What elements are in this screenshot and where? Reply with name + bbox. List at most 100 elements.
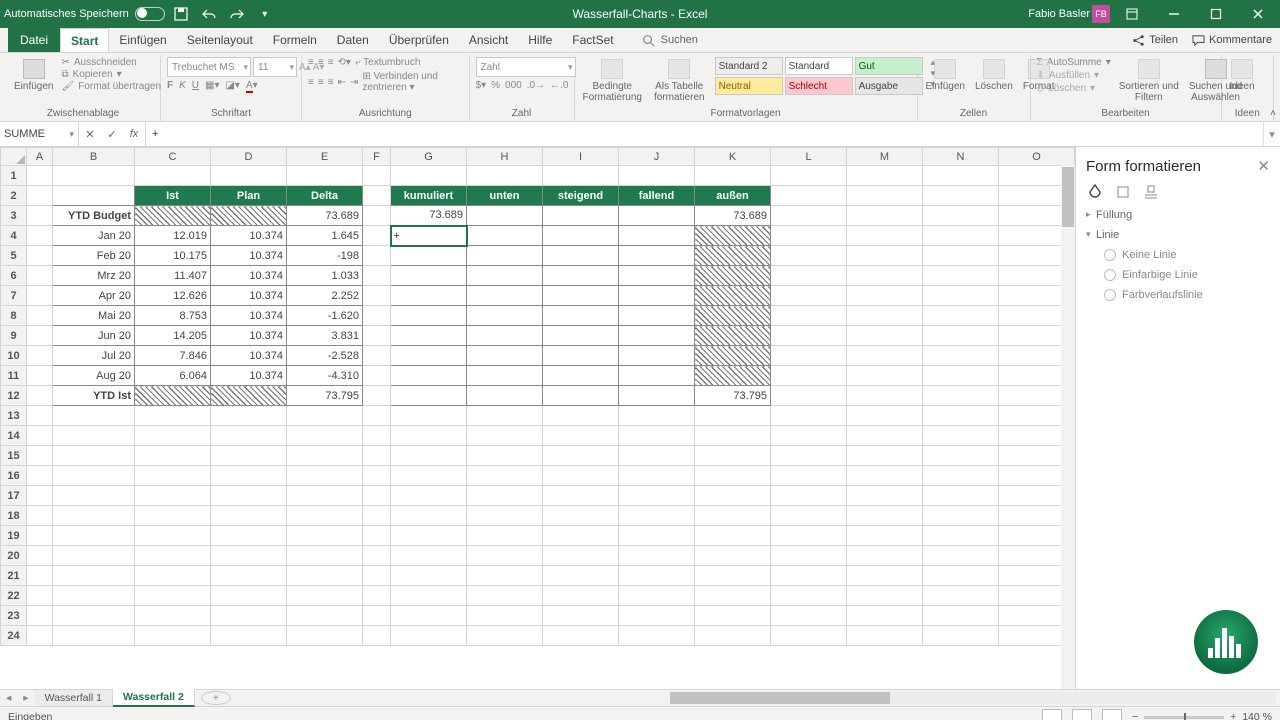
col-header-J[interactable]: J: [619, 148, 695, 166]
cell-M4[interactable]: [847, 226, 923, 246]
cell-I8[interactable]: [543, 306, 619, 326]
cell-B19[interactable]: [53, 526, 135, 546]
delete-cells-button[interactable]: Löschen: [973, 57, 1015, 92]
col-header-F[interactable]: F: [363, 148, 391, 166]
cell-A17[interactable]: [27, 486, 53, 506]
cell-A7[interactable]: [27, 286, 53, 306]
cell-K4[interactable]: [695, 226, 771, 246]
cell-N19[interactable]: [923, 526, 999, 546]
cell-B5[interactable]: Feb 20: [53, 246, 135, 266]
cell-A19[interactable]: [27, 526, 53, 546]
cell-E8[interactable]: -1.620: [287, 306, 363, 326]
cell-M16[interactable]: [847, 466, 923, 486]
cell-B7[interactable]: Apr 20: [53, 286, 135, 306]
cell-F14[interactable]: [363, 426, 391, 446]
cell-M9[interactable]: [847, 326, 923, 346]
cell-M7[interactable]: [847, 286, 923, 306]
cell-L24[interactable]: [771, 626, 847, 646]
cell-E2[interactable]: Delta: [287, 186, 363, 206]
cell-C17[interactable]: [135, 486, 211, 506]
cell-L14[interactable]: [771, 426, 847, 446]
cell-F2[interactable]: [363, 186, 391, 206]
cell-K12[interactable]: 73.795: [695, 386, 771, 406]
cut-button[interactable]: ✂ Ausschneiden: [61, 57, 161, 68]
row-header-16[interactable]: 16: [1, 466, 27, 486]
cell-N10[interactable]: [923, 346, 999, 366]
underline-button[interactable]: U: [192, 80, 199, 91]
cell-A1[interactable]: [27, 166, 53, 186]
cell-H10[interactable]: [467, 346, 543, 366]
size-tab-icon[interactable]: [1142, 183, 1160, 201]
autosave-toggle[interactable]: Automatisches Speichern: [4, 7, 165, 21]
vertical-scrollbar[interactable]: [1061, 165, 1075, 689]
cell-J11[interactable]: [619, 366, 695, 386]
redo-icon[interactable]: [225, 2, 249, 26]
expand-formula-icon[interactable]: ▾: [1263, 122, 1280, 146]
cancel-formula-icon[interactable]: ✕: [79, 128, 101, 141]
cell-H8[interactable]: [467, 306, 543, 326]
cell-N15[interactable]: [923, 446, 999, 466]
cell-B3[interactable]: YTD Budget: [53, 206, 135, 226]
cell-D15[interactable]: [211, 446, 287, 466]
line-section[interactable]: Linie: [1086, 229, 1270, 241]
cell-D14[interactable]: [211, 426, 287, 446]
row-header-18[interactable]: 18: [1, 506, 27, 526]
format-as-table-button[interactable]: Als Tabelle formatieren: [652, 57, 707, 103]
cell-J23[interactable]: [619, 606, 695, 626]
sheet-nav-next-icon[interactable]: ▸: [17, 692, 34, 704]
row-header-6[interactable]: 6: [1, 266, 27, 286]
cell-I2[interactable]: steigend: [543, 186, 619, 206]
cell-D6[interactable]: 10.374: [211, 266, 287, 286]
cell-B13[interactable]: [53, 406, 135, 426]
cell-D23[interactable]: [211, 606, 287, 626]
row-header-22[interactable]: 22: [1, 586, 27, 606]
cell-I4[interactable]: [543, 226, 619, 246]
cell-I24[interactable]: [543, 626, 619, 646]
cell-I19[interactable]: [543, 526, 619, 546]
cell-M2[interactable]: [847, 186, 923, 206]
cell-K16[interactable]: [695, 466, 771, 486]
cell-H23[interactable]: [467, 606, 543, 626]
col-header-K[interactable]: K: [695, 148, 771, 166]
fx-icon[interactable]: fx: [123, 128, 145, 140]
cell-L18[interactable]: [771, 506, 847, 526]
cell-N24[interactable]: [923, 626, 999, 646]
cell-F15[interactable]: [363, 446, 391, 466]
cell-D10[interactable]: 10.374: [211, 346, 287, 366]
cell-J24[interactable]: [619, 626, 695, 646]
font-color-button[interactable]: A▾: [246, 80, 258, 91]
row-header-24[interactable]: 24: [1, 626, 27, 646]
cell-F9[interactable]: [363, 326, 391, 346]
cell-G22[interactable]: [391, 586, 467, 606]
cell-E24[interactable]: [287, 626, 363, 646]
tab-hilfe[interactable]: Hilfe: [518, 28, 562, 52]
cell-J12[interactable]: [619, 386, 695, 406]
tab-ansicht[interactable]: Ansicht: [459, 28, 518, 52]
orientation-icon[interactable]: ⟲▾: [338, 57, 351, 68]
tab-start[interactable]: Start: [60, 28, 109, 52]
cell-J21[interactable]: [619, 566, 695, 586]
cell-J19[interactable]: [619, 526, 695, 546]
cell-F24[interactable]: [363, 626, 391, 646]
cell-E16[interactable]: [287, 466, 363, 486]
zoom-slider[interactable]: − + 140 %: [1132, 711, 1272, 720]
cell-D19[interactable]: [211, 526, 287, 546]
col-header-G[interactable]: G: [391, 148, 467, 166]
cell-K6[interactable]: [695, 266, 771, 286]
cell-K2[interactable]: außen: [695, 186, 771, 206]
cell-J3[interactable]: [619, 206, 695, 226]
cell-J7[interactable]: [619, 286, 695, 306]
border-button[interactable]: ▦▾: [205, 80, 219, 91]
cell-N13[interactable]: [923, 406, 999, 426]
row-header-14[interactable]: 14: [1, 426, 27, 446]
cell-G24[interactable]: [391, 626, 467, 646]
share-button[interactable]: Teilen: [1132, 34, 1178, 47]
cell-F17[interactable]: [363, 486, 391, 506]
cell-C5[interactable]: 10.175: [135, 246, 211, 266]
cell-A3[interactable]: [27, 206, 53, 226]
close-pane-icon[interactable]: ✕: [1257, 157, 1270, 175]
cell-N11[interactable]: [923, 366, 999, 386]
cell-D20[interactable]: [211, 546, 287, 566]
style-standard[interactable]: Standard: [785, 57, 853, 75]
align-right-icon[interactable]: ≡: [328, 77, 334, 88]
